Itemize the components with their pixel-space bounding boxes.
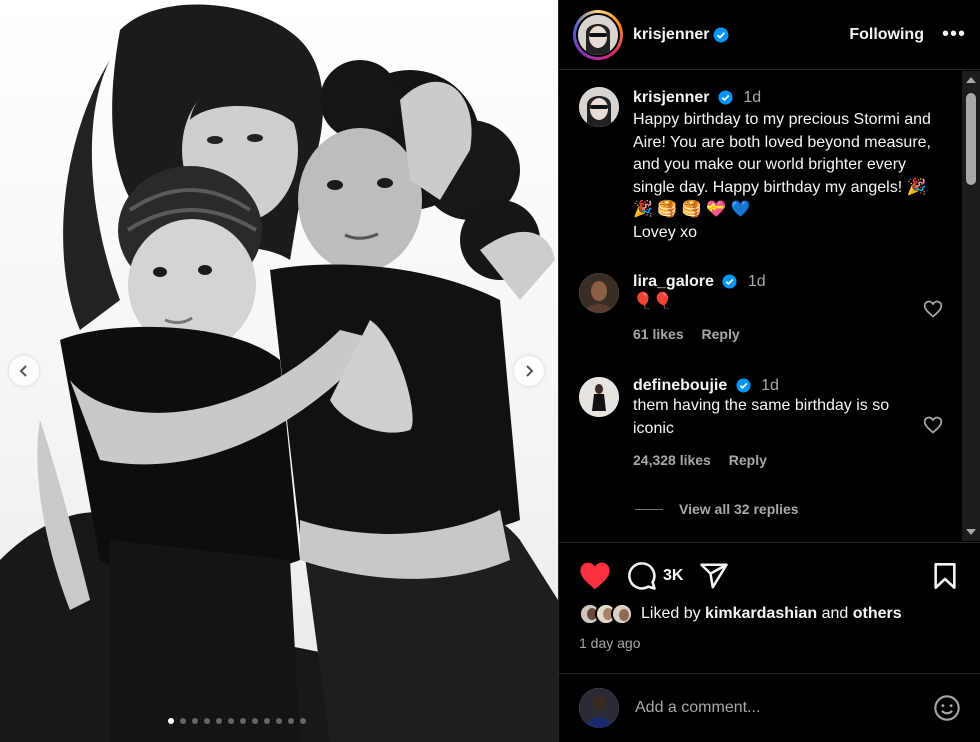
liked-by-user[interactable]: kimkardashian [705,605,817,622]
caption-time: 1d [743,89,762,106]
scroll-up-arrow[interactable] [966,77,976,83]
bookmark-icon[interactable] [933,562,957,590]
verified-icon [722,274,737,289]
carousel-dot [288,718,294,724]
liked-by: Liked by kimkardashian and others [579,603,902,625]
liked-by-and: and [821,605,849,622]
emoji-icon[interactable] [933,694,961,722]
scroll-thumb[interactable] [966,93,976,185]
heart-icon[interactable] [579,561,611,591]
liked-by-avatars[interactable] [579,603,633,625]
carousel-dot [168,718,174,724]
carousel-dot [228,718,234,724]
more-options-button[interactable]: ••• [942,23,966,46]
share-icon[interactable] [699,561,729,591]
photo-image [0,4,558,742]
author-avatar [578,14,618,55]
comment-input[interactable]: Add a comment... [635,699,760,717]
replies-divider [635,508,663,510]
carousel-dot [216,718,222,724]
caption: krisjenner 1d Happy birthday to my preci… [579,87,939,244]
following-button[interactable]: Following [849,26,924,44]
comment-username[interactable]: defineboujie [633,377,727,394]
comment-text: them having the same birthday is so icon… [633,397,890,437]
comment-time: 1d [761,377,779,394]
post-header: krisjenner Following ••• [559,0,980,70]
comment-like-icon[interactable] [923,415,943,435]
current-user-avatar [579,688,619,728]
carousel-dots [168,718,306,724]
carousel-next-button[interactable] [514,356,544,386]
comment-icon[interactable] [627,561,657,591]
scroll-down-arrow[interactable] [966,529,976,535]
post-actions: 3K Liked by kimkardashian and others 1 d… [559,542,980,672]
view-replies-label: View all 32 replies [679,501,799,517]
comments-scrollbar[interactable] [962,71,980,541]
carousel-dot [300,718,306,724]
author-username[interactable]: krisjenner [633,26,709,44]
post-photo[interactable] [0,0,558,742]
caption-signoff: Lovey xo [633,223,698,241]
comment-likes[interactable]: 24,328 likes [633,452,711,468]
comment-item: lira_galore 1d 🎈🎈 61 likes Reply [579,273,949,342]
carousel-dot [192,718,198,724]
reply-button[interactable]: Reply [702,326,740,342]
post-time[interactable]: 1 day ago [579,635,641,651]
carousel-dot [180,718,186,724]
verified-icon [736,378,751,393]
carousel-dot [276,718,282,724]
comment-avatar[interactable] [579,273,619,313]
comment-username[interactable]: lira_galore [633,273,714,290]
liker-avatar [611,603,633,625]
carousel-dot [204,718,210,724]
caption-username[interactable]: krisjenner [633,89,709,106]
liked-by-others[interactable]: others [853,605,902,622]
comment-count: 3K [663,567,684,584]
comment-item: defineboujie 1d them having the same bir… [579,377,949,468]
view-replies-button[interactable]: View all 32 replies [635,501,799,517]
chevron-left-icon [19,365,27,377]
verified-icon [718,90,733,105]
reply-button[interactable]: Reply [729,452,767,468]
comment-avatar[interactable] [579,377,619,417]
liked-by-prefix: Liked by [641,605,701,622]
carousel-dot [264,718,270,724]
comment-time: 1d [747,273,766,290]
chevron-right-icon [526,365,534,377]
post-side-panel: krisjenner Following ••• krisjenner 1d H… [558,0,980,742]
comment-text: 🎈🎈 [633,293,673,310]
author-avatar-ring[interactable] [573,9,623,60]
caption-text: Happy birthday to my precious Stormi and… [633,111,931,218]
carousel-dot [240,718,246,724]
add-comment-bar: Add a comment... [559,673,980,742]
comment-like-icon[interactable] [923,299,943,319]
verified-icon [713,27,729,42]
carousel-prev-button[interactable] [9,356,39,386]
carousel-dot [252,718,258,724]
caption-avatar[interactable] [579,87,619,127]
comment-likes[interactable]: 61 likes [633,326,684,342]
comments-list[interactable]: krisjenner 1d Happy birthday to my preci… [559,71,980,541]
